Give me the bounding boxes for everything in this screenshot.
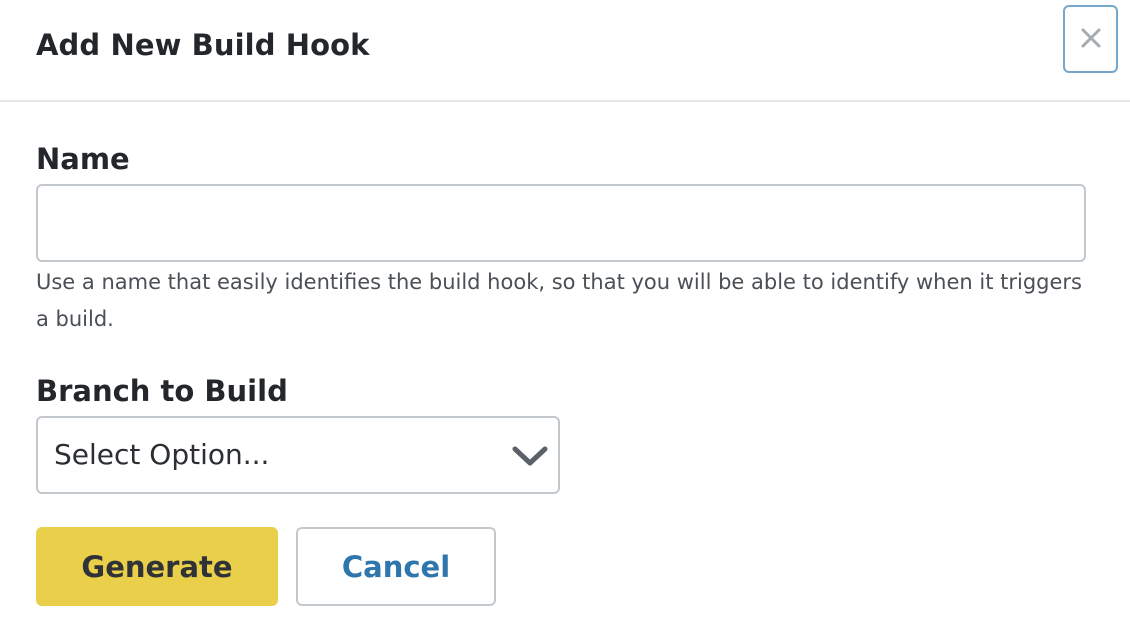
- add-build-hook-modal: Add New Build Hook Name Use a name that …: [0, 0, 1130, 620]
- cancel-button[interactable]: Cancel: [296, 527, 496, 606]
- chevron-down-icon: [512, 444, 548, 468]
- name-label: Name: [36, 142, 130, 176]
- branch-select-value: Select Option...: [54, 438, 270, 471]
- generate-button[interactable]: Generate: [36, 527, 278, 606]
- close-icon: [1080, 27, 1102, 52]
- modal-title: Add New Build Hook: [36, 28, 370, 62]
- modal-header: Add New Build Hook: [0, 0, 1130, 102]
- close-button[interactable]: [1063, 5, 1118, 73]
- name-input[interactable]: [36, 184, 1086, 262]
- name-help-text: Use a name that easily identifies the bu…: [36, 270, 1082, 331]
- branch-select[interactable]: Select Option...: [36, 416, 560, 494]
- branch-label: Branch to Build: [36, 374, 288, 408]
